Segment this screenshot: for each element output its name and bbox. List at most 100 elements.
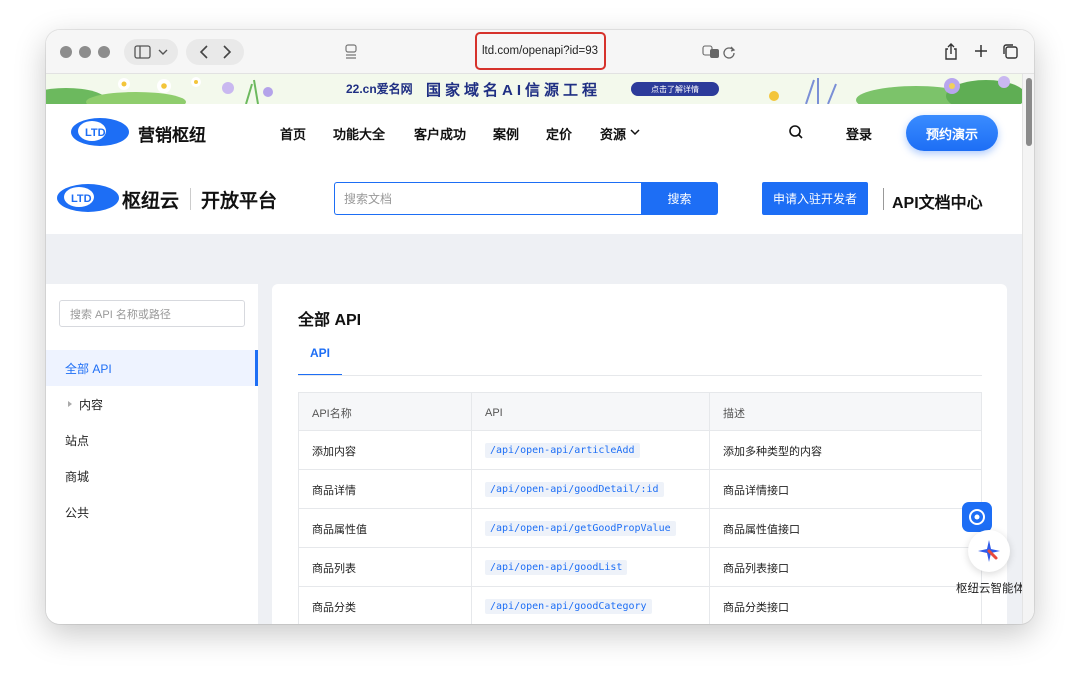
brand-divider (190, 188, 191, 210)
address-bar[interactable]: ltd.com/openapi?id=93 (482, 45, 598, 57)
sidebar-item-mall[interactable]: 商城 (46, 458, 258, 494)
close-window-button[interactable] (60, 46, 72, 58)
sidebar-item-all-api[interactable]: 全部 API (46, 350, 258, 386)
chat-icon (969, 509, 985, 525)
sidebar-item-label: 商城 (65, 469, 90, 484)
share-icon[interactable] (943, 42, 959, 61)
nav-pricing[interactable]: 定价 (546, 124, 572, 143)
browser-window: ltd.com/openapi?id=93 22.cn爱名网 国家域名AI信源工… (46, 30, 1034, 624)
api-name: 商品分类 (312, 601, 356, 614)
sidebar-item-content[interactable]: 内容 (46, 386, 258, 422)
api-path[interactable]: /api/open-api/getGoodPropValue (485, 521, 676, 536)
nav-home[interactable]: 首页 (280, 124, 306, 143)
book-demo-button[interactable]: 预约演示 (906, 115, 998, 151)
api-description: 商品详情接口 (709, 470, 981, 509)
nav-customer-success[interactable]: 客户成功 (414, 124, 466, 143)
sidebar-item-label: 内容 (79, 397, 104, 412)
api-description: 商品列表接口 (709, 548, 981, 587)
api-table: API名称 API 描述 添加内容 /api/open-api/articleA… (298, 392, 982, 624)
brand-name[interactable]: 营销枢纽 (138, 121, 206, 146)
nav-resources[interactable]: 资源 (600, 124, 626, 143)
tab-api[interactable]: API (298, 346, 342, 376)
tab-divider (298, 375, 982, 376)
promo-banner[interactable]: 22.cn爱名网 国家域名AI信源工程 点击了解详情 (46, 74, 1022, 104)
table-row[interactable]: 商品分类 /api/open-api/goodCategory 商品分类接口 (299, 587, 981, 624)
api-description: 添加多种类型的内容 (709, 431, 981, 470)
scrollbar-thumb[interactable] (1026, 78, 1032, 146)
plus-icon[interactable] (973, 43, 989, 59)
api-path[interactable]: /api/open-api/goodCategory (485, 599, 652, 614)
api-search-input[interactable]: 搜索 API 名称或路径 (59, 300, 245, 327)
api-description: 商品分类接口 (709, 587, 981, 624)
table-row[interactable]: 商品详情 /api/open-api/goodDetail/:id 商品详情接口 (299, 470, 981, 509)
column-header-api: API (471, 393, 709, 432)
table-row[interactable]: 添加内容 /api/open-api/articleAdd 添加多种类型的内容 (299, 431, 981, 470)
table-row[interactable]: 商品列表 /api/open-api/goodList 商品列表接口 (299, 548, 981, 587)
chevron-down-icon (630, 129, 640, 136)
api-path[interactable]: /api/open-api/goodDetail/:id (485, 482, 664, 497)
translate-icon[interactable] (702, 45, 720, 59)
chat-widget-button[interactable] (962, 502, 992, 532)
sparkle-icon (978, 540, 1000, 562)
banner-brand: 22.cn爱名网 (346, 82, 413, 96)
main-navigation: LTD 营销枢纽 首页 功能大全 客户成功 案例 定价 资源 登录 预约演示 (46, 104, 1022, 162)
doc-search-input[interactable]: 搜索文档 (334, 182, 642, 215)
login-link[interactable]: 登录 (846, 124, 872, 143)
sidebar-toggle-button[interactable] (124, 39, 178, 65)
sidebar-item-label: 公共 (65, 505, 90, 520)
api-name: 商品属性值 (312, 523, 367, 536)
svg-text:LTD: LTD (71, 193, 92, 205)
ai-agent-button[interactable] (968, 530, 1010, 572)
column-header-name: API名称 (312, 407, 352, 420)
api-sidebar: 搜索 API 名称或路径 全部 API 内容 站点 商城 公共 (46, 284, 258, 624)
tabs-overview-icon[interactable] (1002, 43, 1019, 60)
sidebar-item-public[interactable]: 公共 (46, 494, 258, 530)
nav-features[interactable]: 功能大全 (333, 124, 385, 143)
doc-search-button[interactable]: 搜索 (641, 182, 718, 215)
svg-text:LTD: LTD (85, 127, 106, 139)
banner-detail-button[interactable]: 点击了解详情 (631, 82, 719, 96)
history-nav-group (186, 39, 244, 65)
api-main-panel: 全部 API API API名称 API 描述 添加内容 /api/open-a… (272, 284, 1007, 624)
table-row[interactable]: 商品属性值 /api/open-api/getGoodPropValue 商品属… (299, 509, 981, 548)
ltd-logo[interactable]: LTD (70, 116, 130, 148)
ai-agent-label[interactable]: 枢纽云智能体 (956, 580, 1025, 596)
banner-title: 国家域名AI信源工程 (426, 82, 602, 99)
page-title: 全部 API (298, 312, 362, 329)
page-scrollbar[interactable] (1022, 74, 1034, 624)
api-path-cell: /api/open-api/articleAdd (471, 431, 709, 470)
platform-title: 开放平台 (201, 191, 278, 212)
api-name: 商品详情 (312, 484, 356, 497)
api-path-cell: /api/open-api/goodDetail/:id (471, 470, 709, 509)
caret-right-icon (68, 401, 72, 407)
sidebar-item-site[interactable]: 站点 (46, 422, 258, 458)
api-doc-center-link[interactable]: API文档中心 (892, 189, 983, 213)
flower-decoration-right (769, 76, 1022, 104)
sidebar-icon (134, 45, 168, 59)
apply-developer-button[interactable]: 申请入驻开发者 (762, 182, 868, 215)
platform-brand: 枢纽云 (122, 191, 180, 212)
api-path-cell: /api/open-api/goodCategory (471, 587, 709, 624)
api-path-cell: /api/open-api/getGoodPropValue (471, 509, 709, 548)
api-name: 商品列表 (312, 562, 356, 575)
doc-divider (883, 188, 884, 210)
reader-icon[interactable] (344, 44, 358, 60)
forward-icon[interactable] (223, 45, 232, 59)
zoom-window-button[interactable] (98, 46, 110, 58)
sidebar-item-label: 全部 API (65, 361, 112, 376)
minimize-window-button[interactable] (79, 46, 91, 58)
api-description: 商品属性值接口 (709, 509, 981, 548)
column-header-description: 描述 (709, 393, 981, 432)
api-name: 添加内容 (312, 445, 356, 458)
back-icon[interactable] (199, 45, 208, 59)
search-icon[interactable] (788, 124, 804, 140)
flower-decoration-left (46, 77, 273, 104)
api-path-cell: /api/open-api/goodList (471, 548, 709, 587)
sidebar-item-label: 站点 (65, 433, 90, 448)
reload-icon[interactable] (722, 45, 736, 59)
browser-toolbar: ltd.com/openapi?id=93 (46, 30, 1034, 74)
nav-cases[interactable]: 案例 (493, 124, 519, 143)
api-path[interactable]: /api/open-api/goodList (485, 560, 628, 575)
ltd-cloud-logo[interactable]: LTD (56, 182, 120, 214)
api-path[interactable]: /api/open-api/articleAdd (485, 443, 640, 458)
